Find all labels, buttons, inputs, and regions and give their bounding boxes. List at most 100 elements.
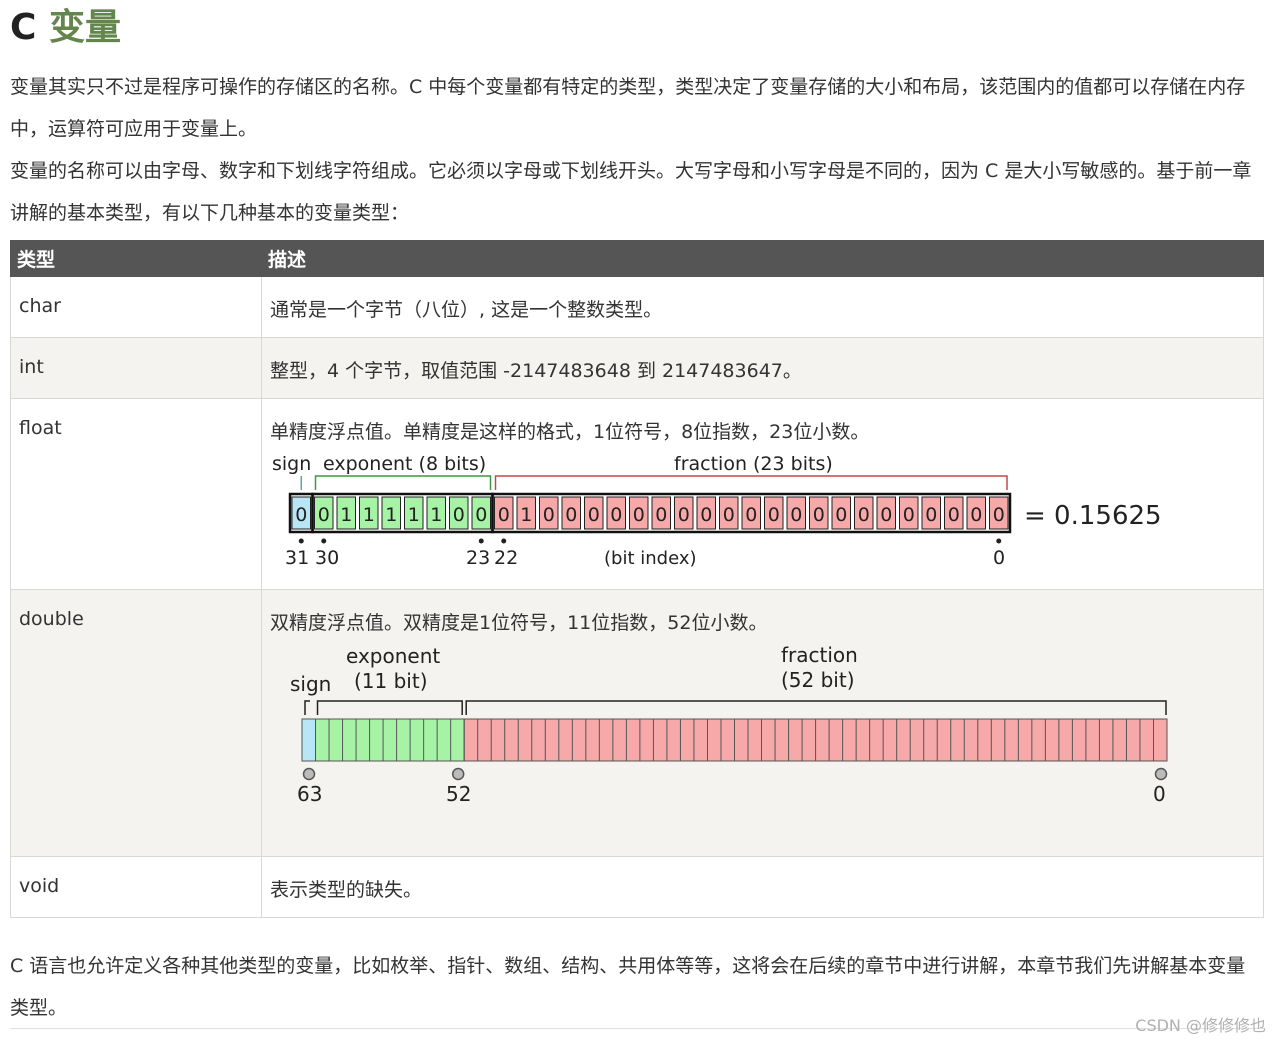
bit-cell: 0: [291, 496, 311, 530]
bit-cell: 0: [809, 496, 829, 530]
float-index-23: 23: [466, 547, 490, 569]
bit-value: 1: [408, 504, 420, 526]
table-row: double 双精度浮点值。双精度是1位符号，11位指数，52位小数。 expo…: [10, 589, 1264, 857]
table-row: char 通常是一个字节（八位）, 这是一个整数类型。: [10, 276, 1264, 338]
double-fraction-bits-label: (52 bit): [781, 668, 855, 692]
bit-cell: 0: [831, 496, 851, 530]
dot-63: [302, 767, 316, 781]
bit-value: 0: [723, 504, 735, 526]
bit-cell: 0: [561, 496, 581, 530]
index-dot: [478, 538, 484, 544]
exponent-bracket: [314, 475, 492, 490]
float-result-value: = 0.15625: [1024, 501, 1162, 531]
bit-value: 0: [790, 504, 802, 526]
description-cell: 通常是一个字节（八位）, 这是一个整数类型。: [261, 276, 1264, 338]
bit-value: 0: [498, 504, 510, 526]
description-cell: 表示类型的缺失。: [261, 856, 1264, 918]
bit-value: 0: [858, 504, 870, 526]
intro-paragraph: 变量其实只不过是程序可操作的存储区的名称。C 中每个变量都有特定的类型，类型决定…: [10, 76, 1246, 140]
double-brackets: [304, 700, 1167, 715]
bit-cell: 0: [764, 496, 784, 530]
description-cell: 单精度浮点值。单精度是这样的格式，1位符号，8位指数，23位小数。 sign e…: [261, 398, 1264, 590]
bit-value: 0: [745, 504, 757, 526]
index-dot: [321, 538, 327, 544]
bit-value: 0: [835, 504, 847, 526]
double-index-63: 63: [297, 782, 322, 806]
double-sign-label: sign: [290, 672, 331, 696]
float-bit-layout-diagram: sign exponent (8 bits) fraction (23 bits…: [272, 453, 1162, 569]
table-header-row: 类型 描述: [10, 240, 1264, 277]
float-index-dots: [298, 538, 1002, 544]
bit-cell: 0: [921, 496, 941, 530]
bit-value: 0: [453, 504, 465, 526]
bit-value: 0: [993, 504, 1005, 526]
float-index-31: 31: [285, 547, 309, 569]
double-index-52: 52: [446, 782, 471, 806]
fraction-bracket: [494, 475, 1008, 490]
title-main: 变量: [48, 7, 121, 48]
bit-cell: 0: [651, 496, 671, 530]
dot-0: [1154, 767, 1168, 781]
header-type: 类型: [10, 240, 262, 277]
bit-cell: 0: [966, 496, 986, 530]
bit-value: 0: [700, 504, 712, 526]
type-cell: double: [10, 589, 262, 857]
title-prefix: C: [10, 7, 37, 48]
float-exponent-label: exponent (8 bits): [323, 453, 486, 475]
bit-value: 0: [948, 504, 960, 526]
bit-value: 1: [430, 504, 442, 526]
outro-paragraph: C 语言也允许定义各种其他类型的变量，比如枚举、指针、数组、结构、共用体等等，这…: [10, 955, 1246, 1019]
bit-value: 0: [543, 504, 555, 526]
exponent-bracket: [316, 700, 463, 715]
index-dot: [996, 538, 1002, 544]
bit-cell: 1: [381, 496, 401, 530]
bit-value: 0: [475, 504, 487, 526]
bit-cell: 0: [944, 496, 964, 530]
double-exponent-bits-label: (11 bit): [354, 669, 428, 693]
bit-value: 0: [970, 504, 982, 526]
bit-cell: 0: [876, 496, 896, 530]
naming-paragraph: 变量的名称可以由字母、数字和下划线字符组成。它必须以字母或下划线开头。大写字母和…: [10, 160, 1252, 224]
double-exponent-label: exponent: [346, 644, 440, 668]
type-cell: float: [10, 398, 262, 590]
bit-cell: 0: [584, 496, 604, 530]
float-index-22: 22: [494, 547, 518, 569]
sign-bracket: [304, 700, 310, 715]
table-row: int 整型，4 个字节，取值范围 -2147483648 到 21474836…: [10, 337, 1264, 399]
page-title: C 变量: [10, 6, 121, 50]
float-bit-index-label: (bit index): [604, 548, 697, 569]
bit-cell: 0: [741, 496, 761, 530]
float-sign-label: sign: [272, 453, 311, 475]
bit-value: 1: [520, 504, 532, 526]
bit-cell: 0: [899, 496, 919, 530]
divider: [10, 1028, 1264, 1029]
float-index-30: 30: [315, 547, 339, 569]
type-cell: char: [10, 276, 262, 338]
double-index-dots: [302, 767, 1168, 781]
bit-cell: 0: [989, 496, 1009, 530]
bit-cell: 0: [539, 496, 559, 530]
bit-value: 1: [340, 504, 352, 526]
bit-value: 0: [813, 504, 825, 526]
float-fraction-label: fraction (23 bits): [674, 453, 833, 475]
bit-value: 0: [880, 504, 892, 526]
bit-value: 0: [588, 504, 600, 526]
double-index-0: 0: [1153, 782, 1166, 806]
bit-value: 0: [678, 504, 690, 526]
bit-value: 0: [903, 504, 915, 526]
double-fraction-label: fraction: [781, 643, 858, 667]
index-dot: [501, 538, 507, 544]
dot-52: [451, 767, 465, 781]
float-bit-cells: 00111110001000000000000000000000: [288, 492, 1012, 534]
bit-cell: 0: [629, 496, 649, 530]
sign-cell: [301, 718, 317, 762]
variable-types-table: 类型 描述 char 通常是一个字节（八位）, 这是一个整数类型。 int 整型…: [10, 240, 1264, 918]
watermark: CSDN @修修修也: [1135, 1016, 1266, 1035]
bit-cell: 0: [674, 496, 694, 530]
float-description-text: 单精度浮点值。单精度是这样的格式，1位符号，8位指数，23位小数。: [270, 421, 870, 443]
bit-value: 0: [565, 504, 577, 526]
description-cell: 整型，4 个字节，取值范围 -2147483648 到 2147483647。: [261, 337, 1264, 399]
double-description-text: 双精度浮点值。双精度是1位符号，11位指数，52位小数。: [270, 612, 768, 634]
bit-cell: 0: [494, 496, 514, 530]
bit-cell: 0: [449, 496, 469, 530]
